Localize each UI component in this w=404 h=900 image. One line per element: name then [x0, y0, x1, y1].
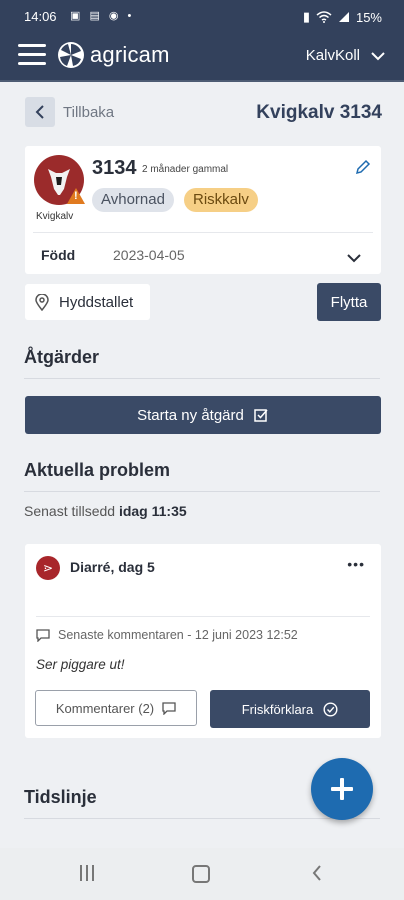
- tag-risk: Riskkalv: [184, 188, 258, 212]
- tag-dehorned: Avhornad: [92, 188, 174, 212]
- location-pin-icon: [35, 293, 49, 316]
- logo-text: agricam: [90, 42, 170, 67]
- born-label: Född: [41, 247, 76, 263]
- actions-title: Åtgärder: [24, 347, 100, 367]
- location-name: Hyddstallet: [59, 294, 134, 311]
- farm-selector[interactable]: KalvKoll: [306, 47, 386, 64]
- battery-level: 15%: [355, 9, 382, 25]
- status-bar: 14:06 ▣ ▤ ◉ • ▮ 15%: [0, 0, 404, 32]
- problem-divider: [36, 616, 370, 617]
- last-comment-meta-text: Senaste kommentaren - 12 juni 2023 12:52: [58, 628, 298, 642]
- back-button[interactable]: [25, 97, 55, 127]
- expand-chevron-icon[interactable]: [347, 250, 361, 268]
- problem-card: ⋗ Diarré, dag 5 ••• Senaste kommentaren …: [25, 544, 381, 738]
- chevron-left-icon: [35, 105, 44, 119]
- edit-icon[interactable]: [355, 159, 371, 180]
- logo-mark-icon: [58, 42, 84, 68]
- comment-icon: [162, 701, 176, 715]
- comments-button[interactable]: Kommentarer (2): [35, 690, 197, 726]
- check-circle-icon: [323, 701, 338, 717]
- menu-icon[interactable]: [18, 44, 46, 66]
- recents-icon[interactable]: [80, 865, 94, 881]
- animal-type-label: Kvigkalv: [36, 211, 74, 222]
- app-bar: agricam KalvKoll: [0, 32, 404, 82]
- app-logo: agricam: [58, 42, 170, 68]
- actions-divider: [24, 378, 380, 379]
- start-action-label: Starta ny åtgärd: [137, 406, 244, 424]
- timeline-title: Tidslinje: [24, 787, 97, 807]
- more-options-icon[interactable]: •••: [347, 556, 365, 572]
- move-button[interactable]: Flytta: [317, 283, 381, 321]
- timeline-divider: [24, 818, 380, 819]
- last-seen-prefix: Senast tillsedd: [24, 503, 116, 519]
- battery-saver-icon: ▮: [302, 9, 310, 24]
- home-icon[interactable]: [192, 865, 210, 883]
- status-time: 14:06: [24, 9, 57, 24]
- last-comment-meta: Senaste kommentaren - 12 juni 2023 12:52: [36, 628, 298, 642]
- heal-button[interactable]: Friskförklara: [210, 690, 370, 728]
- warning-icon: [67, 188, 85, 204]
- back-nav-icon[interactable]: [312, 865, 322, 881]
- animal-id: 3134: [92, 157, 137, 179]
- wifi-icon: [316, 11, 332, 23]
- start-action-button[interactable]: Starta ny åtgärd: [25, 396, 381, 434]
- back-label[interactable]: Tillbaka: [63, 104, 114, 121]
- page-title: Kvigkalv 3134: [256, 102, 382, 123]
- signal-icon: [338, 12, 349, 22]
- status-right: ▮ 15%: [303, 9, 382, 25]
- system-nav-bar: [0, 848, 404, 900]
- notification-icons: ▣ ▤ ◉ •: [70, 10, 135, 22]
- comment-icon: [36, 628, 50, 642]
- chevron-down-icon: [371, 51, 385, 60]
- last-seen-value: idag 11:35: [118, 503, 187, 519]
- problems-divider: [24, 491, 380, 492]
- card-divider: [33, 232, 373, 233]
- last-seen: Senast tillsedd idag 11:35: [24, 503, 187, 519]
- add-fab-button[interactable]: [311, 758, 373, 820]
- problems-title: Aktuella problem: [24, 460, 171, 480]
- born-date: 2023-04-05: [113, 247, 185, 263]
- main-content: Tillbaka Kvigkalv 3134 Kvigkalv 3134 2 m…: [0, 82, 404, 848]
- last-comment-text: Ser piggare ut!: [36, 657, 125, 672]
- problem-title: Diarré, dag 5: [70, 559, 155, 575]
- farm-name: KalvKoll: [305, 47, 360, 64]
- heal-label: Friskförklara: [241, 701, 314, 717]
- location-chip: Hyddstallet: [25, 284, 150, 320]
- animal-age: 2 månader gammal: [142, 164, 229, 175]
- checkbox-edit-icon: [254, 408, 268, 422]
- animal-card: Kvigkalv 3134 2 månader gammal Avhornad …: [25, 146, 381, 274]
- comments-label: Kommentarer (2): [55, 700, 155, 716]
- diarrhea-icon: ⋗: [36, 556, 60, 580]
